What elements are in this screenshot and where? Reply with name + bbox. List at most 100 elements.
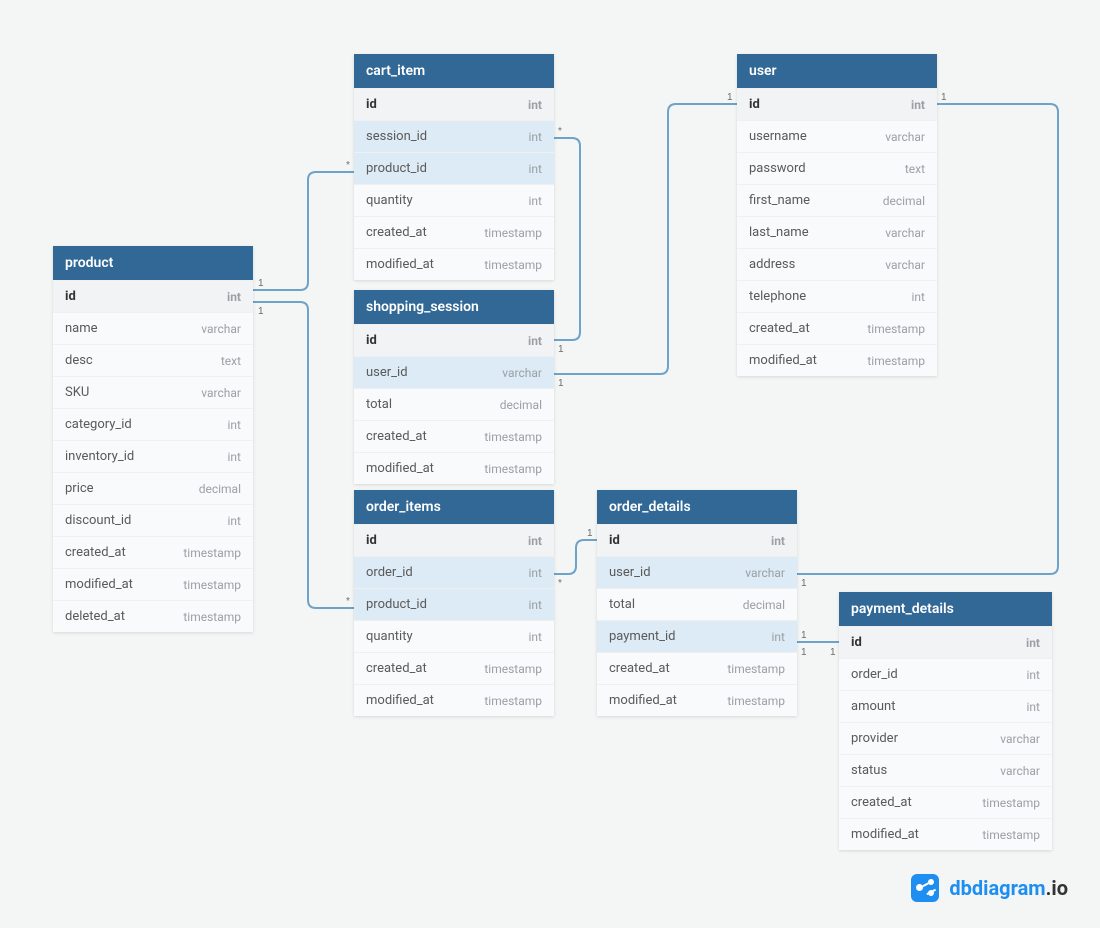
column-type: varchar bbox=[885, 130, 925, 144]
column-created_at[interactable]: created_attimestamp bbox=[354, 420, 554, 452]
column-payment_id[interactable]: payment_idint bbox=[597, 620, 797, 652]
column-modified_at[interactable]: modified_attimestamp bbox=[839, 818, 1052, 850]
column-name: id bbox=[366, 97, 377, 112]
column-name: payment_id bbox=[609, 629, 676, 644]
column-name[interactable]: namevarchar bbox=[53, 312, 253, 344]
column-discount_id[interactable]: discount_idint bbox=[53, 504, 253, 536]
column-last_name[interactable]: last_namevarchar bbox=[737, 216, 937, 248]
column-name: inventory_id bbox=[65, 449, 134, 464]
column-type: int bbox=[529, 162, 542, 176]
column-telephone[interactable]: telephoneint bbox=[737, 280, 937, 312]
table-user[interactable]: useridintusernamevarcharpasswordtextfirs… bbox=[737, 54, 937, 376]
column-id[interactable]: idint bbox=[839, 626, 1052, 658]
column-address[interactable]: addressvarchar bbox=[737, 248, 937, 280]
column-name: amount bbox=[851, 699, 895, 714]
column-SKU[interactable]: SKUvarchar bbox=[53, 376, 253, 408]
svg-text:1: 1 bbox=[727, 92, 733, 103]
column-inventory_id[interactable]: inventory_id int bbox=[53, 440, 253, 472]
column-desc[interactable]: desctext bbox=[53, 344, 253, 376]
column-total[interactable]: totaldecimal bbox=[354, 388, 554, 420]
rel-product-orderitems bbox=[253, 302, 354, 608]
column-order_id[interactable]: order_idint bbox=[354, 556, 554, 588]
column-name: last_name bbox=[749, 225, 809, 240]
column-type: timestamp bbox=[484, 430, 542, 444]
column-name: total bbox=[609, 597, 635, 612]
column-type: int bbox=[1027, 700, 1040, 714]
column-first_name[interactable]: first_namedecimal bbox=[737, 184, 937, 216]
svg-text:1: 1 bbox=[801, 630, 807, 641]
column-type: timestamp bbox=[727, 662, 785, 676]
column-type: decimal bbox=[743, 598, 785, 612]
column-created_at[interactable]: created_attimestamp bbox=[354, 216, 554, 248]
column-name: modified_at bbox=[366, 693, 434, 708]
column-order_id[interactable]: order_idint bbox=[839, 658, 1052, 690]
column-modified_at[interactable]: modified_attimestamp bbox=[354, 684, 554, 716]
table-header[interactable]: user bbox=[737, 54, 937, 88]
column-session_id[interactable]: session_idint bbox=[354, 120, 554, 152]
column-created_at[interactable]: created_attimestamp bbox=[597, 652, 797, 684]
column-modified_at[interactable]: modified_attimestamp bbox=[354, 248, 554, 280]
table-header[interactable]: product bbox=[53, 246, 253, 280]
column-category_id[interactable]: category_id int bbox=[53, 408, 253, 440]
svg-text:1: 1 bbox=[587, 528, 593, 539]
column-quantity[interactable]: quantityint bbox=[354, 184, 554, 216]
table-product[interactable]: productidintnamevarchardesctextSKUvarcha… bbox=[53, 246, 253, 632]
column-name: category_id bbox=[65, 417, 132, 432]
column-password[interactable]: passwordtext bbox=[737, 152, 937, 184]
column-provider[interactable]: providervarchar bbox=[839, 722, 1052, 754]
svg-text:1: 1 bbox=[558, 344, 564, 355]
table-header[interactable]: order_items bbox=[354, 490, 554, 524]
column-name: product_id bbox=[366, 161, 427, 176]
column-created_at[interactable]: created_at timestamp bbox=[53, 536, 253, 568]
column-name: created_at bbox=[749, 321, 810, 336]
column-modified_at[interactable]: modified_attimestamp bbox=[53, 568, 253, 600]
column-id[interactable]: idint bbox=[354, 524, 554, 556]
column-modified_at[interactable]: modified_attimestamp bbox=[354, 452, 554, 484]
erd-canvas[interactable]: 1 * 1 * * 1 1 1 * 1 1 1 1 1 1 dbdiagram.… bbox=[0, 0, 1100, 928]
column-type: text bbox=[221, 354, 241, 368]
svg-text:*: * bbox=[558, 578, 562, 589]
column-name: telephone bbox=[749, 289, 806, 304]
column-id[interactable]: id int bbox=[354, 88, 554, 120]
column-created_at[interactable]: created_attimestamp bbox=[737, 312, 937, 344]
column-id[interactable]: idint bbox=[354, 324, 554, 356]
column-status[interactable]: statusvarchar bbox=[839, 754, 1052, 786]
column-total[interactable]: total decimal bbox=[597, 588, 797, 620]
column-id[interactable]: idint bbox=[737, 88, 937, 120]
column-type: int bbox=[528, 98, 542, 112]
column-modified_at[interactable]: modified_attimestamp bbox=[737, 344, 937, 376]
column-quantity[interactable]: quantityint bbox=[354, 620, 554, 652]
column-type: timestamp bbox=[183, 546, 241, 560]
table-order_items[interactable]: order_itemsidintorder_idintproduct_idint… bbox=[354, 490, 554, 716]
table-header[interactable]: cart_item bbox=[354, 54, 554, 88]
column-user_id[interactable]: user_idvarchar bbox=[597, 556, 797, 588]
column-product_id[interactable]: product_id int bbox=[354, 152, 554, 184]
table-header[interactable]: payment_details bbox=[839, 592, 1052, 626]
table-shopping_session[interactable]: shopping_sessionidintuser_idvarchartotal… bbox=[354, 290, 554, 484]
column-type: timestamp bbox=[982, 796, 1040, 810]
table-payment_details[interactable]: payment_detailsidintorder_idintamount int… bbox=[839, 592, 1052, 850]
table-header[interactable]: order_details bbox=[597, 490, 797, 524]
table-order_details[interactable]: order_detailsidintuser_idvarchartotal dec… bbox=[597, 490, 797, 716]
table-cart_item[interactable]: cart_itemidintsession_idintproduct_idint… bbox=[354, 54, 554, 280]
column-user_id[interactable]: user_idvarchar bbox=[354, 356, 554, 388]
column-id[interactable]: idint bbox=[53, 280, 253, 312]
column-name: id bbox=[749, 97, 760, 112]
table-header[interactable]: shopping_session bbox=[354, 290, 554, 324]
column-type: int bbox=[529, 130, 542, 144]
column-type: int bbox=[228, 450, 241, 464]
column-name: created_at bbox=[65, 545, 126, 560]
column-id[interactable]: idint bbox=[597, 524, 797, 556]
column-type: int bbox=[228, 418, 241, 432]
column-deleted_at[interactable]: deleted_attimestamp bbox=[53, 600, 253, 632]
column-username[interactable]: usernamevarchar bbox=[737, 120, 937, 152]
rel-orderitems-orderdetails bbox=[554, 540, 597, 574]
column-created_at[interactable]: created_attimestamp bbox=[354, 652, 554, 684]
column-price[interactable]: pricedecimal bbox=[53, 472, 253, 504]
column-product_id[interactable]: product_idint bbox=[354, 588, 554, 620]
rel-cartitem-session bbox=[554, 138, 580, 340]
column-created_at[interactable]: created_attimestamp bbox=[839, 786, 1052, 818]
column-amount[interactable]: amount int bbox=[839, 690, 1052, 722]
column-type: timestamp bbox=[484, 662, 542, 676]
column-modified_at[interactable]: modified_attimestamp bbox=[597, 684, 797, 716]
